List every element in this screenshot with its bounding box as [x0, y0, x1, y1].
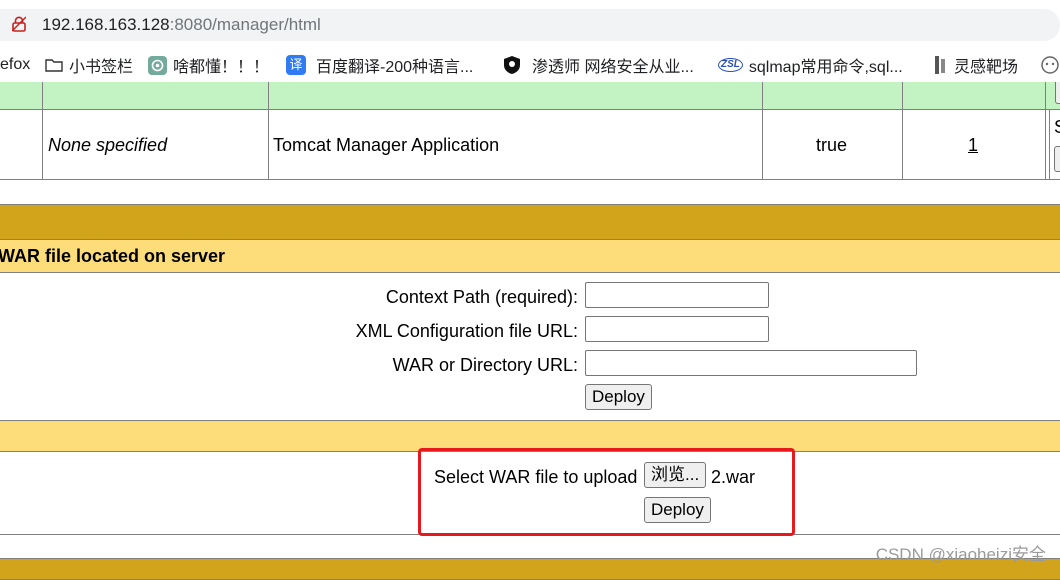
bookmark-baidu-translate[interactable]: 译 百度翻译-200种语言...	[286, 48, 473, 82]
bookmark-label: 啥都懂！！！	[173, 59, 270, 76]
bookmark-label: sqlmap常用命令,sql...	[748, 59, 903, 76]
column-divider	[1045, 82, 1046, 179]
command-button-partial[interactable]	[1054, 146, 1060, 172]
bookmark-lingan[interactable]: 灵感靶场	[932, 48, 1018, 82]
tomcat-manager-page: None specified Tomcat Manager Applicatio…	[0, 82, 1060, 580]
server-deploy-title-bar: WAR file located on server	[0, 240, 1060, 273]
bookmark-label: efox	[0, 56, 31, 73]
display-name-cell: Tomcat Manager Application	[273, 135, 500, 155]
war-url-input[interactable]	[585, 350, 917, 376]
table-row: None specified Tomcat Manager Applicatio…	[0, 110, 1060, 180]
bookmark-folder[interactable]: 小书签栏	[45, 48, 133, 82]
zsl-icon: ZSL	[718, 58, 743, 72]
target-icon	[932, 55, 948, 75]
header-button-partial[interactable]	[1055, 82, 1060, 104]
column-divider	[42, 82, 43, 179]
translate-icon: 译	[286, 55, 306, 75]
highlight-annotation-box	[418, 448, 795, 536]
chatgpt-icon	[148, 55, 167, 75]
version-cell: None specified	[48, 135, 168, 155]
csdn-watermark: CSDN @xiaoheizi安全	[875, 545, 1046, 564]
bookmark-label: 小书签栏	[69, 59, 134, 76]
context-path-label: Context Path (required):	[385, 287, 578, 307]
bookmark-pentest[interactable]: 渗透师 网络安全从业...	[502, 48, 694, 82]
column-divider	[1049, 109, 1050, 179]
bookmark-label: 灵感靶场	[954, 59, 1019, 76]
bookmark-sqlmap[interactable]: ZSL sqlmap常用命令,sql...	[718, 48, 903, 82]
server-deploy-button[interactable]: Deploy	[585, 384, 652, 410]
url-text[interactable]: 192.168.163.128:8080/manager/html	[42, 15, 321, 35]
url-path: :8080/manager/html	[169, 15, 321, 34]
column-divider	[902, 82, 903, 179]
running-cell: true	[816, 135, 848, 155]
commands-cell-partial: S	[1054, 116, 1060, 138]
column-divider	[762, 82, 763, 179]
extra-bookmark-icon	[1040, 55, 1060, 75]
bookmark-chat[interactable]: 啥都懂！！！	[148, 48, 269, 82]
war-url-label: WAR or Directory URL:	[392, 355, 578, 375]
shield-icon	[502, 55, 522, 75]
bookmark-overflow[interactable]	[1040, 48, 1060, 82]
not-secure-lock-icon[interactable]	[11, 16, 27, 32]
bookmarks-bar: efox 小书签栏 啥都懂！！！ 译 百度翻译-200种语言... 渗透师 网络…	[0, 48, 1060, 83]
column-divider	[268, 82, 269, 179]
deploy-section-header	[0, 204, 1060, 240]
xml-config-label: XML Configuration file URL:	[355, 321, 578, 341]
bookmark-firefox[interactable]: efox	[0, 48, 30, 82]
xml-config-input[interactable]	[585, 316, 769, 342]
sessions-link[interactable]: 1	[968, 134, 978, 156]
browser-address-area: 192.168.163.128:8080/manager/html	[0, 0, 1060, 48]
url-host: 192.168.163.128	[42, 15, 170, 34]
applications-table-header	[0, 82, 1060, 110]
folder-icon	[45, 58, 63, 72]
bookmark-label: 渗透师 网络安全从业...	[532, 59, 694, 76]
server-deploy-title: WAR file located on server	[0, 246, 226, 266]
bookmark-label: 百度翻译-200种语言...	[316, 59, 474, 76]
context-path-input[interactable]	[585, 282, 769, 308]
